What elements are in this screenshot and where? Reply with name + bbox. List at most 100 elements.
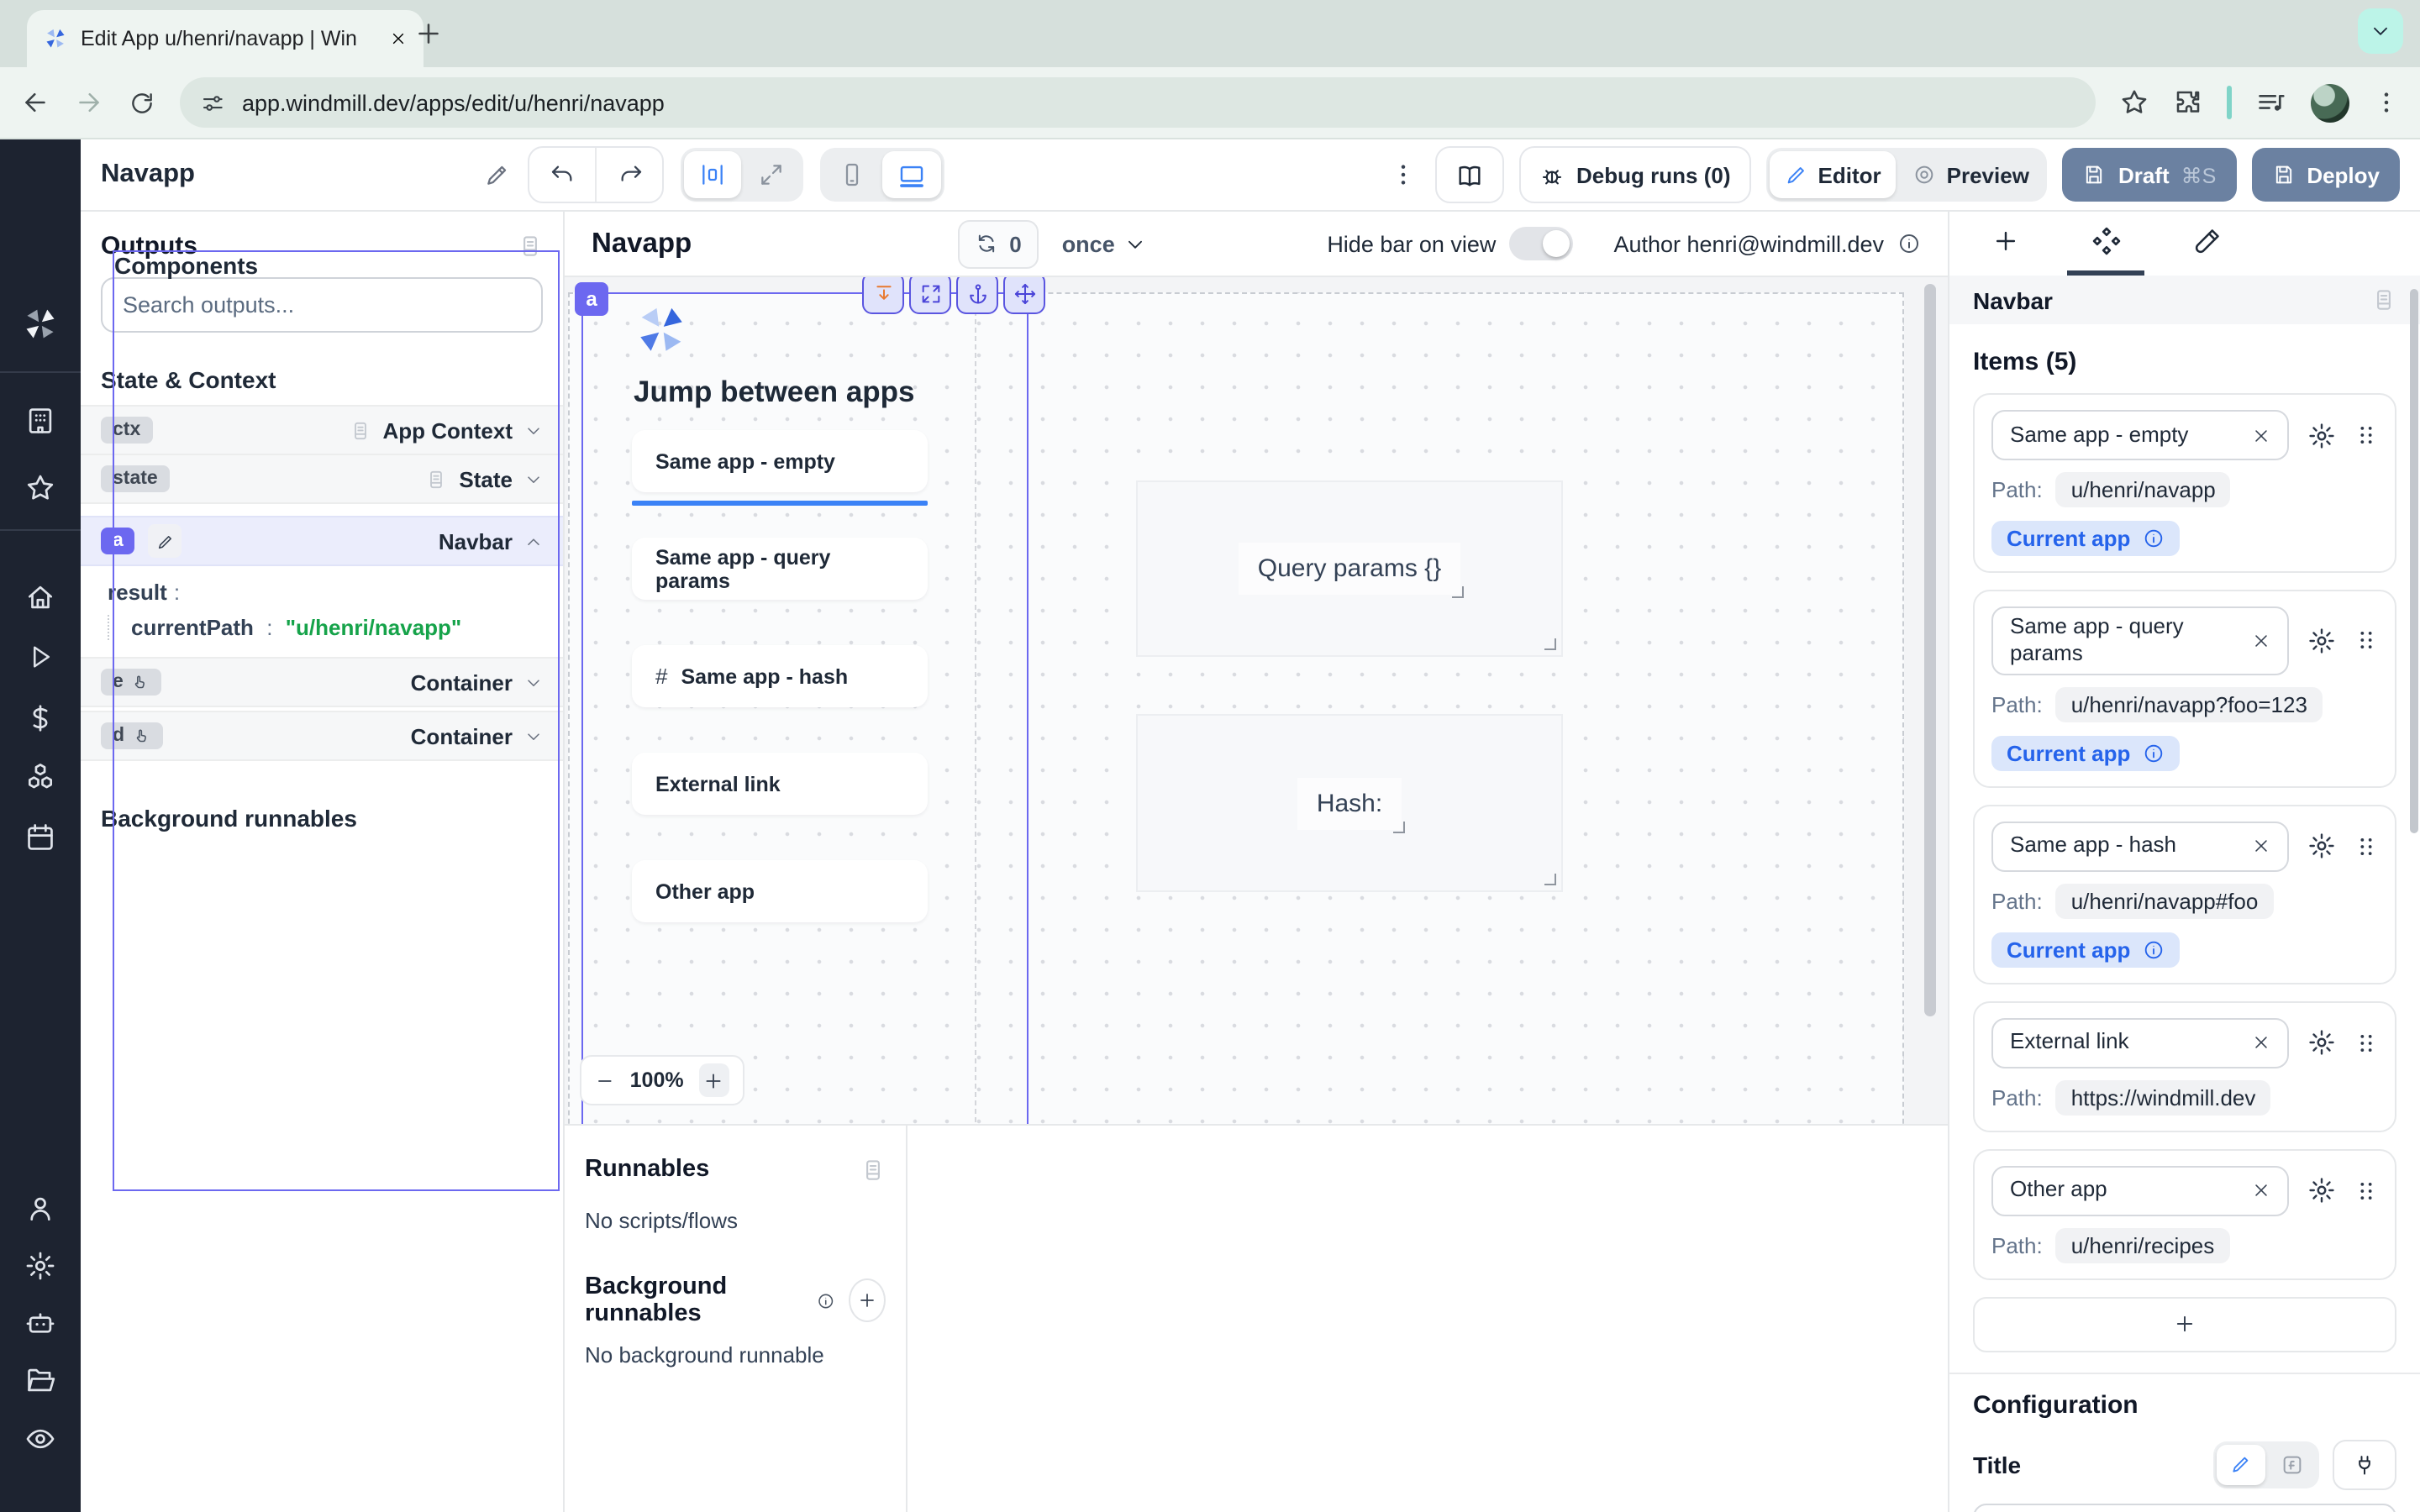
browser-menu-icon[interactable]: [2373, 89, 2400, 116]
variables-dollar-icon[interactable]: [24, 702, 56, 734]
item-label-field[interactable]: Same app - query params: [1991, 606, 2289, 675]
hide-bar-toggle[interactable]: [1509, 227, 1573, 260]
clear-icon[interactable]: [2252, 1033, 2270, 1052]
fill-height-button[interactable]: [862, 277, 904, 314]
tab-component-settings[interactable]: [2067, 212, 2144, 276]
anchor-component-button[interactable]: [956, 277, 998, 314]
home-icon[interactable]: [24, 581, 56, 613]
reload-icon[interactable]: [128, 88, 156, 117]
more-options-icon[interactable]: [1386, 161, 1420, 188]
move-component-button[interactable]: [1003, 277, 1045, 314]
media-controls-icon[interactable]: [2255, 87, 2287, 118]
clear-icon[interactable]: [2252, 426, 2270, 444]
item-settings-gear-icon[interactable]: [2307, 1176, 2336, 1205]
expand-component-button[interactable]: [909, 277, 951, 314]
runs-play-icon[interactable]: [25, 642, 55, 672]
drag-handle-icon[interactable]: [2354, 423, 2378, 447]
info-icon[interactable]: [2142, 528, 2164, 549]
nav-item-query-params[interactable]: Same app - query params: [632, 538, 928, 600]
favorites-star-icon[interactable]: [24, 472, 56, 504]
refresh-count-button[interactable]: 0: [957, 219, 1038, 268]
bookmark-star-icon[interactable]: [2119, 87, 2149, 118]
info-icon[interactable]: [818, 1289, 835, 1311]
item-settings-gear-icon[interactable]: [2307, 1028, 2336, 1057]
debug-runs-button[interactable]: Debug runs (0): [1519, 146, 1750, 203]
item-path-value[interactable]: u/henri/navapp#foo: [2056, 883, 2274, 918]
add-nav-item-button[interactable]: [1973, 1296, 2396, 1352]
item-path-value[interactable]: u/henri/recipes: [2056, 1227, 2230, 1263]
drag-handle-icon[interactable]: [2354, 629, 2378, 653]
panel-doc-icon[interactable]: [860, 1157, 886, 1182]
static-value-button[interactable]: [2217, 1444, 2265, 1484]
item-settings-gear-icon[interactable]: [2307, 421, 2336, 449]
editor-tab[interactable]: Editor: [1770, 151, 1897, 198]
preview-tab[interactable]: Preview: [1898, 151, 2044, 198]
url-field[interactable]: app.windmill.dev/apps/edit/u/henri/navap…: [180, 77, 2096, 128]
new-tab-button[interactable]: [413, 18, 444, 49]
forward-icon[interactable]: [74, 87, 104, 118]
panel-doc-icon[interactable]: [2371, 287, 2396, 312]
browser-profile-avatar[interactable]: [2311, 83, 2349, 122]
connect-input-button[interactable]: [2333, 1439, 2396, 1489]
settings-gear-icon[interactable]: [24, 1250, 56, 1282]
info-icon[interactable]: [2142, 742, 2164, 764]
back-icon[interactable]: [20, 87, 50, 118]
container-d-box[interactable]: Hash:: [1136, 714, 1563, 892]
item-label-field[interactable]: External link: [1991, 1017, 2289, 1068]
desktop-view-button[interactable]: [882, 151, 941, 198]
item-label-field[interactable]: Same app - hash: [1991, 821, 2289, 871]
nav-item-hash[interactable]: #Same app - hash: [632, 645, 928, 707]
navbar-component-selected[interactable]: a Jump between apps Same app - empty Sam…: [581, 292, 1028, 1124]
clear-icon[interactable]: [2252, 632, 2270, 650]
schedules-calendar-icon[interactable]: [24, 822, 56, 853]
tab-insert-component[interactable]: [1966, 212, 2044, 276]
workspace-icon[interactable]: [24, 405, 56, 437]
drag-handle-icon[interactable]: [2354, 1031, 2378, 1054]
info-icon[interactable]: [1897, 232, 1921, 255]
full-width-button[interactable]: [743, 151, 800, 198]
item-path-value[interactable]: https://windmill.dev: [2056, 1079, 2271, 1115]
resources-cubes-icon[interactable]: [24, 761, 56, 793]
mobile-view-button[interactable]: [823, 151, 881, 198]
item-settings-gear-icon[interactable]: [2307, 627, 2336, 655]
container-e-box[interactable]: Query params {}: [1136, 480, 1563, 657]
drag-handle-icon[interactable]: [2354, 1179, 2378, 1202]
centered-layout-button[interactable]: [684, 151, 741, 198]
item-label-field[interactable]: Same app - empty: [1991, 410, 2289, 460]
docs-button[interactable]: [1435, 146, 1504, 203]
site-settings-icon[interactable]: [200, 90, 225, 115]
audit-eye-icon[interactable]: [24, 1423, 56, 1455]
item-path-value[interactable]: u/henri/navapp: [2056, 472, 2231, 507]
drag-handle-icon[interactable]: [2354, 834, 2378, 858]
nav-item-external-link[interactable]: External link: [632, 753, 928, 815]
item-label-field[interactable]: Other app: [1991, 1165, 2289, 1215]
deploy-button[interactable]: Deploy: [2251, 148, 2400, 202]
rename-pencil-icon[interactable]: [484, 161, 511, 188]
redo-button[interactable]: [595, 148, 662, 202]
workers-robot-icon[interactable]: [24, 1307, 56, 1339]
right-panel-scrollbar[interactable]: [2410, 289, 2418, 833]
expression-value-button[interactable]: [2267, 1444, 2316, 1484]
browser-tab[interactable]: Edit App u/henri/navapp | Win: [27, 10, 424, 67]
draft-button[interactable]: Draft ⌘S: [2063, 148, 2236, 202]
tab-styling[interactable]: [2168, 212, 2245, 276]
clear-icon[interactable]: [2252, 837, 2270, 855]
run-mode-dropdown[interactable]: once: [1062, 231, 1147, 256]
clear-icon[interactable]: [2252, 1181, 2270, 1200]
info-icon[interactable]: [2142, 938, 2164, 960]
zoom-out-icon[interactable]: [595, 1069, 615, 1091]
item-path-value[interactable]: u/henri/navapp?foo=123: [2056, 686, 2323, 722]
canvas-scrollbar[interactable]: [1924, 284, 1936, 1016]
nav-item-other-app[interactable]: Other app: [632, 860, 928, 922]
zoom-in-button[interactable]: [699, 1063, 729, 1097]
tab-search-button[interactable]: [2358, 8, 2403, 54]
item-settings-gear-icon[interactable]: [2307, 832, 2336, 860]
add-background-runnable-button[interactable]: [849, 1278, 886, 1322]
nav-item-same-app-empty[interactable]: Same app - empty: [632, 430, 928, 492]
users-person-icon[interactable]: [24, 1193, 56, 1225]
undo-button[interactable]: [529, 148, 595, 202]
tab-close-icon[interactable]: [390, 30, 407, 47]
folders-icon[interactable]: [24, 1364, 56, 1396]
windmill-logo-icon[interactable]: [22, 306, 59, 343]
extensions-icon[interactable]: [2173, 87, 2203, 118]
